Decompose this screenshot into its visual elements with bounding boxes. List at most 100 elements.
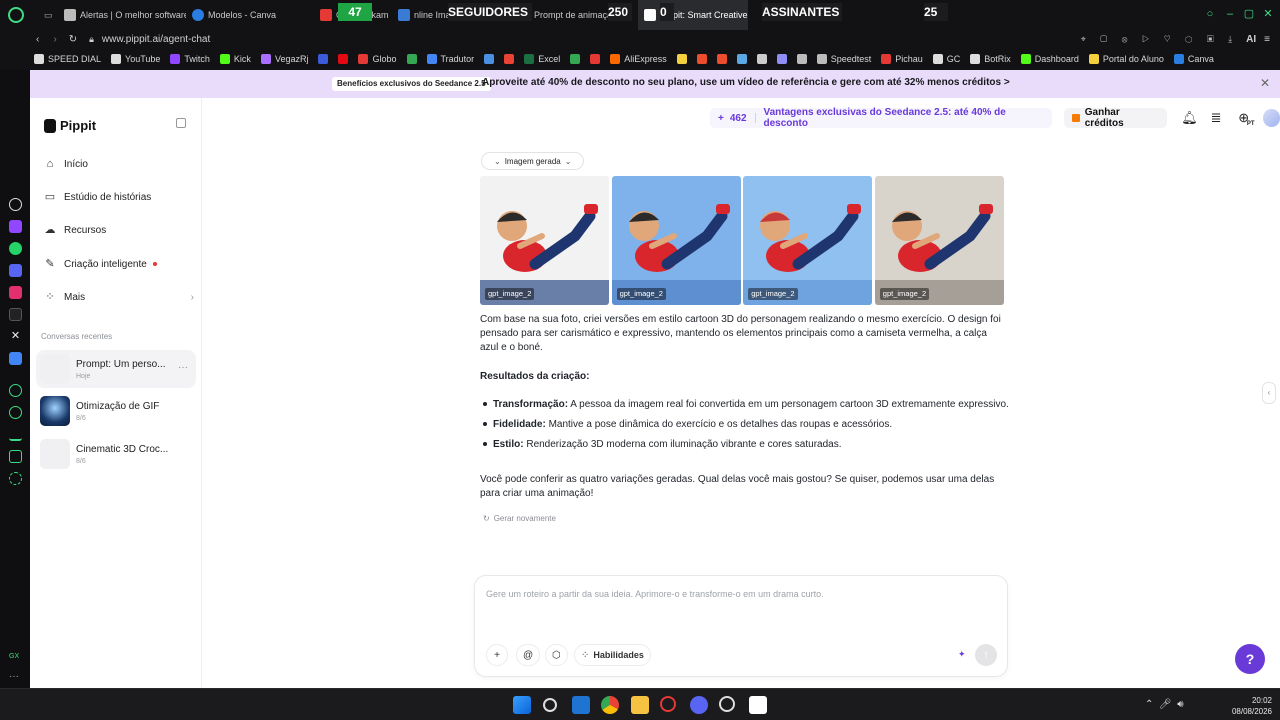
bookmark-item[interactable] bbox=[590, 54, 601, 64]
opera-logo-icon[interactable] bbox=[8, 7, 24, 23]
inbox-icon[interactable]: ≣ bbox=[1209, 111, 1223, 125]
add-attachment-button[interactable]: + bbox=[486, 644, 508, 666]
favorites-icon[interactable] bbox=[9, 384, 22, 397]
gx-icon[interactable]: GX bbox=[9, 650, 22, 663]
whatsapp-icon[interactable] bbox=[9, 242, 22, 255]
bookmark-item[interactable]: GC bbox=[932, 54, 960, 64]
outlook-icon[interactable] bbox=[572, 696, 590, 714]
bookmark-item[interactable] bbox=[338, 54, 349, 64]
avatar[interactable] bbox=[1262, 109, 1280, 127]
bookmark-item[interactable]: AliExpress bbox=[610, 54, 667, 64]
bookmark-item[interactable]: Tradutor bbox=[426, 54, 474, 64]
forward-icon[interactable]: › bbox=[53, 34, 56, 45]
windows-start-icon[interactable] bbox=[513, 696, 531, 714]
downloads-icon[interactable] bbox=[9, 428, 22, 441]
tray-icons[interactable]: ⌃ 🎤︎ 🔊︎ bbox=[1145, 696, 1215, 714]
settings-icon[interactable] bbox=[9, 472, 22, 485]
prompt-input[interactable]: Gere um roteiro a partir da sua ideia. A… bbox=[486, 589, 824, 599]
skills-button[interactable]: ⁘ Habilidades bbox=[574, 644, 651, 666]
credits-badge[interactable]: + 462 Vantagens exclusivas do Seedance 2… bbox=[710, 107, 1052, 129]
promo-banner[interactable]: Benefícios exclusivos do Seedance 2.5 Ap… bbox=[30, 70, 1280, 98]
history-icon[interactable] bbox=[9, 406, 22, 419]
discord-icon[interactable] bbox=[9, 264, 22, 277]
nav-mais[interactable]: ⁘ Mais › bbox=[44, 286, 194, 308]
bookmark-item[interactable] bbox=[756, 54, 767, 64]
model-select-button[interactable]: ⬡ bbox=[545, 644, 568, 666]
more-options-icon[interactable]: ··· bbox=[178, 362, 188, 373]
prompt-composer[interactable]: Gere um roteiro a partir da sua ideia. A… bbox=[474, 575, 1008, 677]
recent-conversation[interactable]: Prompt: Um perso... Hoje ··· bbox=[36, 350, 196, 388]
bookmark-item[interactable]: SPEED DIAL bbox=[34, 54, 101, 64]
bookmark-item[interactable] bbox=[696, 54, 707, 64]
bookmark-item[interactable]: Kick bbox=[219, 54, 251, 64]
send-button[interactable]: ↑ bbox=[975, 644, 997, 666]
bookmark-item[interactable] bbox=[796, 54, 807, 64]
generated-image-card[interactable]: gpt_image_2 bbox=[611, 176, 741, 305]
discord-icon[interactable] bbox=[690, 696, 708, 714]
tab-alertas[interactable]: Alertas | O melhor software bbox=[58, 0, 186, 30]
close-window-icon[interactable]: ✕ bbox=[1262, 8, 1274, 20]
bookmark-item[interactable]: Twitch bbox=[170, 54, 210, 64]
search-tabs-icon[interactable]: ○ bbox=[1204, 8, 1216, 20]
file-explorer-icon[interactable] bbox=[631, 696, 649, 714]
recent-conversation[interactable]: Cinematic 3D Croc... 8/6 bbox=[36, 435, 196, 473]
bookmark-item[interactable] bbox=[776, 54, 787, 64]
bookmark-item[interactable]: Canva bbox=[1173, 54, 1214, 64]
capcut-icon[interactable] bbox=[749, 696, 767, 714]
tab-canva[interactable]: Modelos - Canva bbox=[186, 0, 314, 30]
bookmark-item[interactable]: YouTube bbox=[111, 54, 160, 64]
extensions-icon[interactable] bbox=[9, 450, 22, 463]
chatgpt-icon[interactable] bbox=[9, 198, 22, 211]
bookmark-item[interactable] bbox=[676, 54, 687, 64]
minimize-icon[interactable]: – bbox=[1224, 8, 1236, 20]
bookmark-item[interactable] bbox=[570, 54, 581, 64]
generated-image-card[interactable]: gpt_image_2 bbox=[743, 176, 873, 305]
generated-image-card[interactable]: gpt_image_2 bbox=[480, 176, 609, 305]
bookmark-item[interactable] bbox=[716, 54, 727, 64]
back-icon[interactable]: ‹ bbox=[36, 34, 39, 45]
bookmark-item[interactable] bbox=[504, 54, 515, 64]
maximize-icon[interactable]: ▢ bbox=[1243, 8, 1255, 20]
bookmark-item[interactable]: Excel bbox=[524, 54, 560, 64]
notification-bell-icon[interactable]: 🔔︎ bbox=[1181, 111, 1198, 125]
earn-credits-button[interactable]: Ganhar créditos bbox=[1063, 107, 1168, 129]
opera-gx-icon[interactable] bbox=[660, 696, 676, 712]
reload-icon[interactable]: ↻ bbox=[69, 34, 77, 45]
bookmark-item[interactable] bbox=[484, 54, 495, 64]
promo-text[interactable]: Aproveite até 40% de desconto no seu pla… bbox=[482, 77, 1010, 88]
bookmark-item[interactable]: Dashboard bbox=[1020, 54, 1079, 64]
regenerate-button[interactable]: ↻ Gerar novamente bbox=[483, 514, 556, 523]
instagram-icon[interactable] bbox=[9, 286, 22, 299]
bookmark-item[interactable] bbox=[318, 54, 329, 64]
language-globe-icon[interactable]: ⊕ PT bbox=[1237, 111, 1254, 128]
twitch-icon[interactable] bbox=[9, 220, 22, 233]
bookmark-item[interactable]: Pichau bbox=[881, 54, 923, 64]
expand-panel-handle[interactable]: ‹ bbox=[1262, 382, 1276, 404]
bookmark-item[interactable] bbox=[736, 54, 747, 64]
bookmark-item[interactable]: Globo bbox=[358, 54, 397, 64]
nav-recursos[interactable]: ☁︎ Recursos bbox=[44, 219, 194, 241]
bookmark-item[interactable]: Speedtest bbox=[816, 54, 871, 64]
tab-pippit-active[interactable]: Pippit: Smart Creative Agent bbox=[638, 0, 748, 30]
url-field[interactable]: www.pippit.ai/agent-chat bbox=[102, 34, 210, 45]
mention-button[interactable]: @ bbox=[516, 644, 541, 666]
generated-image-card[interactable]: gpt_image_2 bbox=[874, 176, 1004, 305]
nav-historias[interactable]: ▭ Estúdio de histórias bbox=[44, 186, 194, 208]
tab-workspaces[interactable]: ▭ bbox=[38, 0, 58, 30]
bookmark-item[interactable]: Portal do Aluno bbox=[1088, 54, 1164, 64]
close-banner-icon[interactable]: ✕ bbox=[1260, 76, 1270, 90]
more-icon[interactable]: ··· bbox=[9, 670, 22, 683]
help-button[interactable]: ? bbox=[1235, 644, 1265, 674]
bookmark-item[interactable]: VegazRj bbox=[260, 54, 308, 64]
bookmark-item[interactable]: BotRix bbox=[970, 54, 1011, 64]
bookmark-item[interactable] bbox=[406, 54, 417, 64]
tiktok-icon[interactable] bbox=[9, 308, 22, 321]
translate-icon[interactable] bbox=[9, 352, 22, 365]
recent-conversation[interactable]: Otimização de GIF 8/6 bbox=[36, 392, 196, 430]
search-icon[interactable] bbox=[543, 698, 557, 712]
ai-button[interactable]: AI bbox=[1246, 34, 1256, 45]
x-icon[interactable]: ✕ bbox=[9, 330, 22, 343]
clock[interactable]: 20:02 08/08/2026 bbox=[1222, 695, 1272, 717]
generated-image-toggle[interactable]: ⌄ Imagem gerada ⌄ bbox=[481, 152, 585, 170]
chrome-icon[interactable] bbox=[601, 696, 619, 714]
